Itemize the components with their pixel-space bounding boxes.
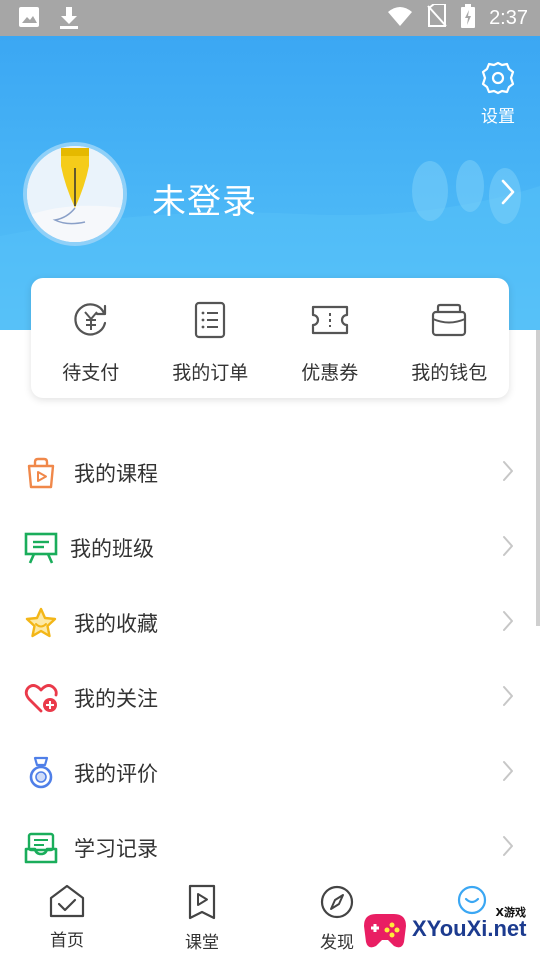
menu-item-my-classes[interactable]: 我的班级 <box>0 510 540 585</box>
nav-label: 首页 <box>50 931 84 951</box>
home-icon <box>48 884 86 922</box>
wifi-icon <box>387 5 413 31</box>
menu-item-my-reviews[interactable]: 我的评价 <box>0 735 540 810</box>
no-sim-icon <box>427 3 447 32</box>
gear-icon <box>480 61 516 100</box>
star-icon <box>24 606 58 640</box>
menu-item-my-courses[interactable]: 我的课程 <box>0 435 540 510</box>
status-bar: 2:37 <box>0 0 540 36</box>
menu-item-label: 学习记录 <box>74 836 158 861</box>
scrollbar[interactable] <box>536 330 540 626</box>
chevron-right-icon <box>502 685 514 711</box>
image-icon <box>18 6 40 34</box>
settings-label: 设置 <box>481 107 515 127</box>
wallet-icon <box>390 300 510 340</box>
menu-item-my-follows[interactable]: 我的关注 <box>0 660 540 735</box>
medal-icon <box>24 756 58 790</box>
quick-action-coupons[interactable]: 优惠券 <box>270 278 390 398</box>
watermark: X游戏 XYouXi.net <box>360 902 530 960</box>
heart-plus-icon <box>24 681 58 715</box>
order-list-icon <box>151 300 271 340</box>
class-board-icon <box>24 531 58 565</box>
menu-item-label: 我的收藏 <box>74 611 158 636</box>
compass-icon <box>319 885 355 924</box>
chevron-right-icon[interactable] <box>500 178 516 210</box>
menu-item-label: 我的关注 <box>74 686 158 711</box>
menu-item-label: 我的课程 <box>74 461 158 486</box>
quick-actions-card: 待支付 我的订单 优惠券 我的钱包 <box>31 278 509 398</box>
quick-action-pending-payment[interactable]: 待支付 <box>31 278 151 398</box>
nav-classroom[interactable]: 课堂 <box>162 884 242 953</box>
settings-button[interactable]: 设置 <box>478 60 518 127</box>
gamepad-logo-icon <box>364 914 406 948</box>
chevron-right-icon <box>502 535 514 561</box>
yen-refresh-icon <box>31 300 151 340</box>
menu-item-study-record[interactable]: 学习记录 <box>0 810 540 885</box>
chevron-right-icon <box>502 835 514 861</box>
menu-item-label: 我的评价 <box>74 761 158 786</box>
menu-item-my-favorites[interactable]: 我的收藏 <box>0 585 540 660</box>
quick-action-label: 待支付 <box>62 362 120 384</box>
profile-menu-list: 我的课程 我的班级 我的收藏 我的关注 我的评价 学习记录 <box>0 435 540 885</box>
quick-action-label: 我的钱包 <box>411 362 488 384</box>
nav-home[interactable]: 首页 <box>27 884 107 951</box>
download-icon <box>58 6 80 34</box>
quick-action-wallet[interactable]: 我的钱包 <box>390 278 510 398</box>
watermark-text: XYouXi.net <box>412 916 527 941</box>
coupon-icon <box>270 300 390 340</box>
menu-item-label: 我的班级 <box>70 536 154 561</box>
username[interactable]: 未登录 <box>152 174 257 223</box>
pen-nib-icon <box>27 146 123 242</box>
classroom-play-icon <box>186 884 218 924</box>
chevron-right-icon <box>502 460 514 486</box>
quick-action-my-orders[interactable]: 我的订单 <box>151 278 271 398</box>
battery-charging-icon <box>461 4 476 32</box>
quick-action-label: 我的订单 <box>172 362 249 384</box>
chevron-right-icon <box>502 760 514 786</box>
quick-action-label: 优惠券 <box>301 362 359 384</box>
course-bag-icon <box>24 456 58 490</box>
chevron-right-icon <box>502 610 514 636</box>
record-tray-icon <box>24 831 58 865</box>
status-time: 2:37 <box>489 6 528 29</box>
avatar[interactable] <box>23 142 127 246</box>
nav-label: 课堂 <box>185 933 219 953</box>
